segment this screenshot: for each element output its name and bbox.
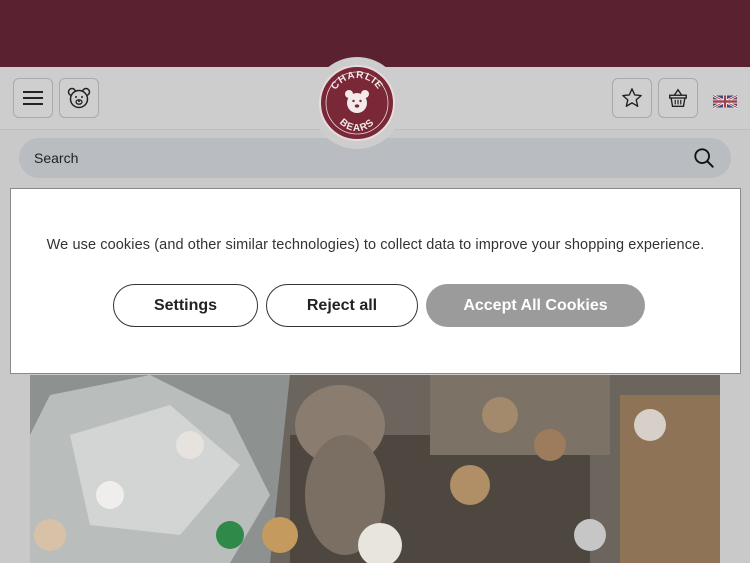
hero-image [30,375,720,563]
bear-icon [67,87,91,109]
cookie-consent-banner: We use cookies (and other similar techno… [10,188,741,374]
menu-icon [23,91,43,105]
charlie-bears-logo: CHARLIE BEARS [319,65,395,141]
cookie-message: We use cookies (and other similar techno… [46,237,705,253]
top-brand-bar [0,0,750,67]
account-button[interactable] [59,78,99,118]
logo[interactable]: CHARLIE BEARS [311,57,403,149]
basket-button[interactable] [658,78,698,118]
search-icon[interactable] [693,147,715,169]
basket-icon [669,88,687,107]
wishlist-button[interactable] [612,78,652,118]
accept-all-cookies-button[interactable]: Accept All Cookies [426,284,645,327]
reject-all-button[interactable]: Reject all [266,284,418,327]
cookie-settings-button[interactable]: Settings [113,284,258,327]
star-icon [622,88,642,107]
menu-button[interactable] [13,78,53,118]
uk-flag-icon[interactable] [713,94,737,109]
search-input[interactable]: Search [34,150,78,166]
